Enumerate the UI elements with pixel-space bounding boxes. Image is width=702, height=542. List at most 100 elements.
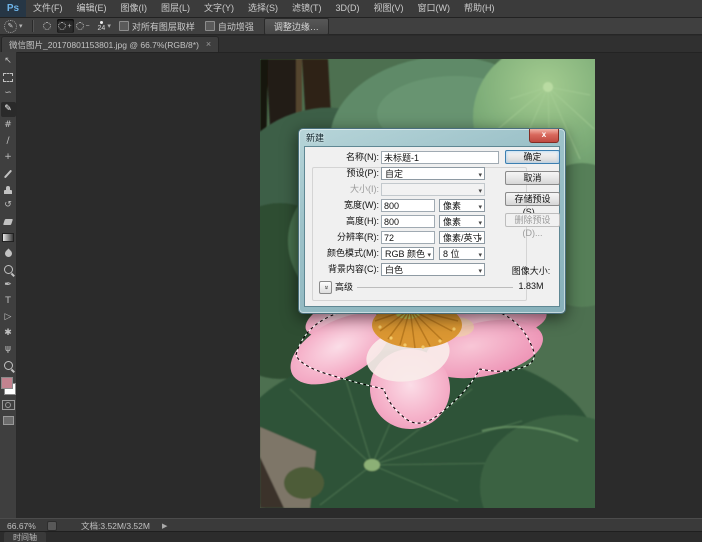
timeline-panel: 时间轴: [0, 531, 702, 542]
chevron-down-icon: ▾: [478, 204, 482, 211]
gradient-tool[interactable]: [1, 230, 16, 245]
history-brush-tool-icon: ↺: [4, 200, 12, 210]
menu-item-2[interactable]: 图像(I): [114, 0, 155, 17]
subtract-from-selection-button[interactable]: −: [75, 19, 92, 33]
blur-tool-icon: [3, 248, 13, 259]
brush-size-value: 24: [97, 24, 106, 32]
hand-tool[interactable]: ψ: [1, 342, 16, 357]
height-unit-dropdown[interactable]: 像素 ▾: [439, 215, 485, 228]
move-tool[interactable]: ↖: [1, 54, 16, 69]
resolution-input[interactable]: [381, 231, 435, 244]
name-input[interactable]: [381, 151, 499, 164]
width-unit-dropdown[interactable]: 像素 ▾: [439, 199, 485, 212]
blur-tool[interactable]: [1, 246, 16, 261]
document-sizes[interactable]: 文档:3.52M/3.52M: [81, 520, 150, 532]
save-preset-button[interactable]: 存储预设(S)...: [505, 192, 560, 217]
auto-enhance-checkbox[interactable]: 自动增强: [204, 20, 254, 33]
zoom-tool-icon: [3, 361, 13, 370]
menu-item-3[interactable]: 图层(L): [154, 0, 197, 17]
quick-mask-button[interactable]: [1, 400, 15, 410]
quick-selection-preset-icon: ✎: [4, 19, 17, 33]
brush-circle-icon: [58, 22, 67, 30]
new-selection-button[interactable]: [39, 19, 56, 33]
dialog-title[interactable]: 新建: [306, 131, 324, 144]
gradient-tool-icon: [2, 233, 14, 242]
width-input[interactable]: [381, 199, 435, 212]
dialog-body: 名称(N): 预设(P): 自定 ▾ 大小(I): ▾ 宽度(W): 像素 ▾ …: [304, 146, 560, 307]
timeline-tab[interactable]: 时间轴: [4, 532, 46, 542]
advanced-expander-button[interactable]: »: [319, 281, 332, 294]
eyedropper-tool[interactable]: ∕: [1, 134, 16, 149]
hand-tool-icon: ψ: [5, 344, 11, 354]
lasso-tool[interactable]: ∽: [1, 86, 16, 101]
lasso-tool-icon: ∽: [4, 88, 12, 98]
menu-item-5[interactable]: 选择(S): [241, 0, 285, 17]
dialog-close-button[interactable]: x: [529, 129, 559, 143]
custom-shape-tool-icon: ✱: [4, 328, 12, 338]
options-bar: ✎ ▾ + − 24 ▾ 对所有图层取样 自动增强 调整边缘…: [0, 17, 702, 35]
history-brush-tool[interactable]: ↺: [1, 198, 16, 213]
foreground-color-swatch[interactable]: [0, 377, 13, 389]
eraser-tool[interactable]: [1, 214, 16, 229]
crop-tool[interactable]: #: [1, 118, 16, 133]
brush-circle-icon: [43, 22, 52, 30]
menu-item-7[interactable]: 3D(D): [329, 0, 367, 17]
bit-depth-dropdown[interactable]: 8 位 ▾: [439, 247, 485, 260]
brush-preview: 24: [97, 20, 106, 32]
status-icon: [47, 520, 57, 531]
preset-label: 预设(P):: [346, 168, 380, 178]
menu-item-4[interactable]: 文字(Y): [197, 0, 241, 17]
color-mode-dropdown[interactable]: RGB 颜色 ▾: [381, 247, 434, 260]
dodge-tool[interactable]: [1, 262, 16, 277]
menu-item-1[interactable]: 编辑(E): [70, 0, 114, 17]
advanced-label: 高级: [335, 282, 354, 292]
sample-all-layers-checkbox[interactable]: 对所有图层取样: [118, 20, 195, 33]
ok-button[interactable]: 确定: [505, 150, 560, 164]
tool-preset-picker[interactable]: ✎ ▾: [4, 19, 23, 33]
background-contents-label: 背景内容(C):: [328, 264, 379, 274]
quick-selection-tool-icon: ✎: [4, 104, 12, 114]
cancel-button[interactable]: 取消: [505, 171, 560, 185]
menu-item-6[interactable]: 滤镜(T): [285, 0, 329, 17]
menu-item-9[interactable]: 窗口(W): [411, 0, 458, 17]
status-popup-arrow-icon[interactable]: ▶: [162, 522, 167, 530]
chevron-down-icon: ▾: [478, 188, 482, 195]
brush-size-picker[interactable]: 24 ▾: [97, 20, 111, 32]
document-tab-bar: 微信图片_20170801153801.jpg @ 66.7%(RGB/8*) …: [0, 36, 702, 53]
chevron-down-icon: ▾: [478, 268, 482, 275]
path-selection-tool[interactable]: ▷: [1, 310, 16, 325]
color-swatches: [0, 377, 16, 395]
separator: [31, 20, 34, 32]
zoom-level-field[interactable]: 66.67%: [7, 521, 45, 531]
type-tool[interactable]: T: [1, 294, 16, 309]
resolution-label: 分辨率(R):: [337, 232, 379, 242]
selection-mode-group: + −: [39, 19, 92, 33]
refine-edge-button[interactable]: 调整边缘…: [263, 17, 329, 35]
path-selection-tool-icon: ▷: [4, 312, 12, 322]
menu-items: 文件(F) 编辑(E) 图像(I) 图层(L) 文字(Y) 选择(S) 滤镜(T) 3D(D)…: [26, 0, 502, 17]
zoom-tool[interactable]: [1, 358, 16, 373]
background-contents-dropdown[interactable]: 白色 ▾: [381, 263, 485, 276]
menu-item-8[interactable]: 视图(V): [367, 0, 411, 17]
resolution-unit-dropdown[interactable]: 像素/英寸 ▾: [439, 231, 485, 244]
menu-item-10[interactable]: 帮助(H): [457, 0, 502, 17]
height-input[interactable]: [381, 215, 435, 228]
document-tab[interactable]: 微信图片_20170801153801.jpg @ 66.7%(RGB/8*) …: [1, 36, 220, 52]
brush-tool[interactable]: [1, 166, 16, 181]
preset-dropdown[interactable]: 自定 ▾: [381, 167, 485, 180]
quick-selection-tool[interactable]: ✎: [0, 102, 16, 117]
dodge-tool-icon: [3, 265, 13, 274]
clone-stamp-tool[interactable]: [1, 182, 16, 197]
rectangular-marquee-tool[interactable]: [1, 70, 16, 85]
screen-mode-button[interactable]: [2, 416, 14, 425]
spot-healing-brush-tool[interactable]: +: [1, 150, 16, 165]
pen-tool[interactable]: ✒: [1, 278, 16, 293]
menu-item-0[interactable]: 文件(F): [26, 0, 70, 17]
custom-shape-tool[interactable]: ✱: [1, 326, 16, 341]
menu-bar: Ps 文件(F) 编辑(E) 图像(I) 图层(L) 文字(Y) 选择(S) 滤镜(T) 3D…: [0, 0, 702, 18]
add-to-selection-button[interactable]: +: [56, 19, 74, 33]
divider: [357, 287, 513, 288]
color-mode-label: 颜色模式(M):: [327, 248, 379, 258]
close-icon[interactable]: ×: [206, 40, 211, 49]
checkbox-icon: [118, 21, 129, 31]
